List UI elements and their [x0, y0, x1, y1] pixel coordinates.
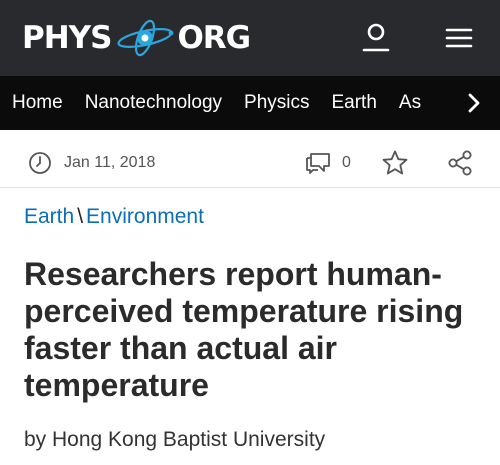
site-logo[interactable]: PHYS ORG	[22, 18, 251, 58]
article-meta: Jan 11, 2018 0	[0, 140, 500, 186]
breadcrumb-earth-link[interactable]: Earth	[24, 205, 74, 228]
breadcrumb: Earth \ Environment	[24, 204, 204, 230]
share-icon	[448, 150, 472, 176]
nav-item-physics[interactable]: Physics	[244, 76, 309, 130]
comments-button[interactable]: 0	[304, 151, 351, 175]
clock-icon	[29, 152, 51, 174]
hamburger-menu-icon	[445, 28, 473, 48]
comment-icon	[306, 153, 330, 174]
nav-item-nanotechnology[interactable]: Nanotechnology	[85, 76, 222, 130]
breadcrumb-separator: \	[77, 205, 84, 228]
bookmark-button[interactable]	[381, 149, 409, 182]
user-icon	[362, 23, 390, 52]
account-button[interactable]	[358, 20, 394, 56]
article-title: Researchers report human-perceived tempe…	[24, 256, 464, 403]
nav-item-home[interactable]: Home	[12, 76, 63, 130]
star-icon	[382, 150, 408, 175]
atom-logo-icon	[117, 19, 174, 57]
logo-text-right: ORG	[177, 20, 251, 56]
divider	[0, 187, 500, 188]
publish-date: Jan 11, 2018	[28, 151, 155, 175]
site-header: PHYS ORG	[0, 0, 500, 76]
date-text: Jan 11, 2018	[64, 154, 156, 171]
comment-count: 0	[342, 154, 351, 171]
nav-items: Home Nanotechnology Physics Earth As	[12, 76, 432, 130]
chevron-right-icon	[468, 93, 480, 113]
logo-text-left: PHYS	[22, 20, 112, 56]
category-nav: Home Nanotechnology Physics Earth As	[0, 76, 500, 130]
nav-scroll-right-button[interactable]	[448, 76, 500, 130]
menu-button[interactable]	[441, 20, 477, 56]
share-button[interactable]	[446, 149, 474, 182]
nav-item-earth[interactable]: Earth	[331, 76, 376, 130]
breadcrumb-environment-link[interactable]: Environment	[86, 205, 204, 228]
nav-item-astronomy[interactable]: As	[399, 76, 421, 130]
article-byline: by Hong Kong Baptist University	[24, 428, 326, 451]
